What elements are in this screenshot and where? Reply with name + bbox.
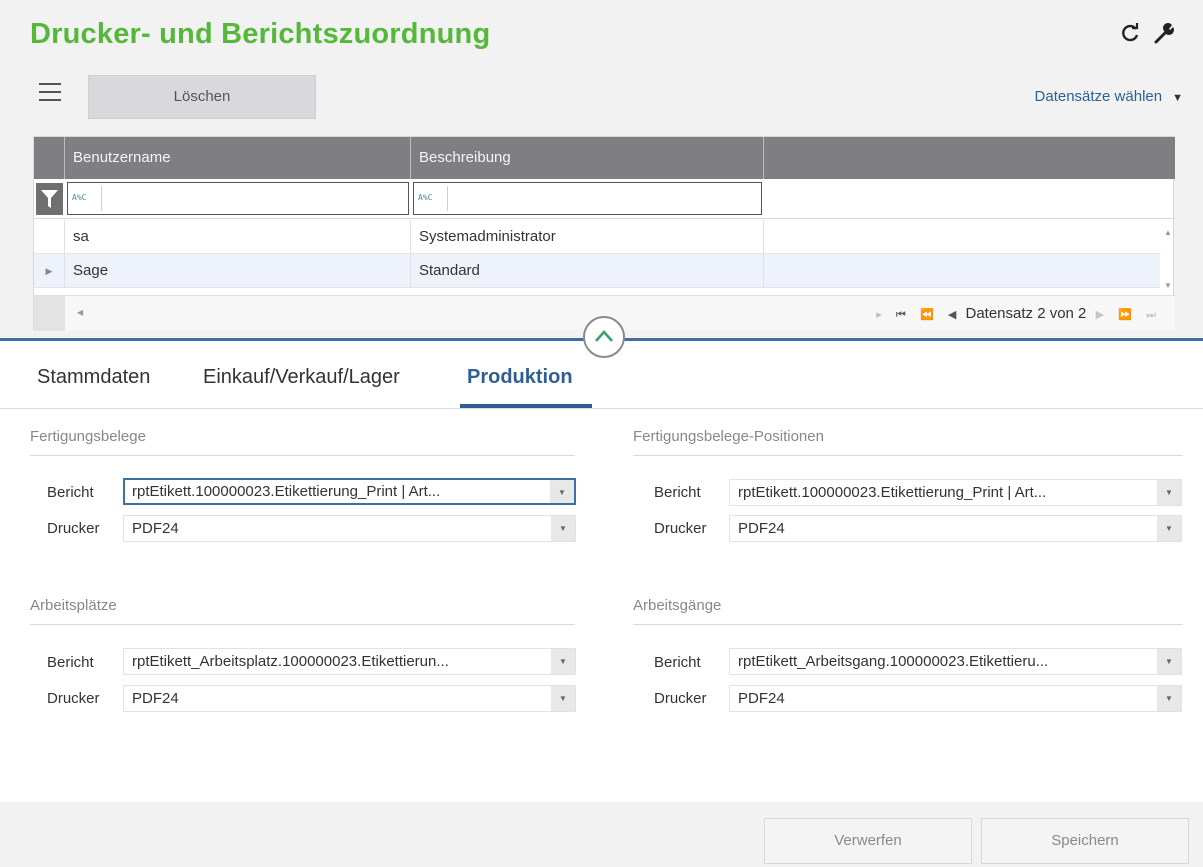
report-value: rptEtikett_Arbeitsgang.100000023.Etikett… [738, 653, 1049, 670]
printer-label: Drucker [47, 690, 100, 707]
vertical-scrollbar[interactable]: ▲ ▼ [1161, 220, 1174, 290]
dropdown-arrow-icon[interactable]: ▼ [1157, 686, 1181, 711]
previous-record-icon[interactable]: ◀ [948, 309, 956, 321]
section-title-fertigungsbelege-positionen: Fertigungsbelege-Positionen [633, 428, 824, 445]
description-filter-input[interactable]: A%C [413, 182, 762, 215]
user-grid: Benutzername Beschreibung A%C A%C sa Sys… [33, 136, 1175, 331]
printer-label: Drucker [654, 690, 707, 707]
report-combobox[interactable]: rptEtikett.100000023.Etikettierung_Print… [729, 479, 1182, 506]
username-filter-input[interactable]: A%C [67, 182, 409, 215]
printer-combobox[interactable]: PDF24 ▼ [123, 685, 576, 712]
report-combobox[interactable]: rptEtikett_Arbeitsgang.100000023.Etikett… [729, 648, 1182, 675]
row-indicator [34, 220, 65, 254]
next-page-icon[interactable]: ⏩ [1118, 309, 1132, 321]
section-title-arbeitsplaetze: Arbeitsplätze [30, 597, 117, 614]
record-position-text: Datensatz 2 von 2 [965, 305, 1087, 322]
printer-combobox[interactable]: PDF24 ▼ [123, 515, 576, 542]
tab-divider [0, 408, 1203, 409]
collapse-chevron-up-icon[interactable] [583, 316, 625, 358]
last-record-icon[interactable]: ⏭ [1146, 309, 1156, 321]
report-label: Bericht [654, 654, 701, 671]
dropdown-arrow-icon[interactable]: ▼ [551, 649, 575, 674]
printer-label: Drucker [47, 520, 100, 537]
dropdown-arrow-icon[interactable]: ▼ [551, 516, 575, 541]
printer-combobox[interactable]: PDF24 ▼ [729, 685, 1182, 712]
section-rule [633, 455, 1183, 456]
cell-empty[interactable] [764, 220, 1160, 254]
section-title-arbeitsgaenge: Arbeitsgänge [633, 597, 722, 614]
printer-value: PDF24 [738, 520, 785, 537]
previous-page-icon[interactable]: ⏪ [920, 309, 934, 321]
cell-username[interactable]: sa [65, 220, 411, 254]
delete-button[interactable]: Löschen [88, 75, 316, 119]
dropdown-arrow-icon[interactable]: ▼ [551, 686, 575, 711]
report-label: Bericht [47, 484, 94, 501]
select-records-label: Datensätze wählen [1034, 88, 1163, 105]
scroll-down-icon[interactable]: ▼ [1164, 281, 1172, 290]
tab-stammdaten[interactable]: Stammdaten [37, 366, 150, 389]
report-label: Bericht [47, 654, 94, 671]
report-combobox[interactable]: rptEtikett_Arbeitsplatz.100000023.Etiket… [123, 648, 576, 675]
cell-empty[interactable] [764, 254, 1160, 288]
caret-down-icon: ▼ [1172, 92, 1183, 104]
cell-username[interactable]: Sage [65, 254, 411, 288]
printer-label: Drucker [654, 520, 707, 537]
pager-prev-small-icon[interactable]: ▸ [876, 309, 882, 321]
hamburger-menu-icon[interactable] [39, 83, 61, 101]
filter-operator[interactable]: A%C [418, 193, 432, 202]
section-rule [633, 624, 1183, 625]
refresh-icon[interactable] [1118, 22, 1142, 46]
section-rule [30, 455, 575, 456]
table-row-selected[interactable]: ▶ Sage Standard [34, 254, 1160, 288]
scroll-left-icon[interactable]: ◀ [77, 308, 83, 317]
cell-description[interactable]: Systemadministrator [411, 220, 764, 254]
grid-header-corner [34, 137, 65, 179]
filter-operator[interactable]: A%C [72, 193, 86, 202]
column-header-username[interactable]: Benutzername [65, 137, 411, 179]
report-value: rptEtikett.100000023.Etikettierung_Print… [738, 484, 1047, 501]
filter-icon[interactable] [36, 183, 63, 215]
discard-button[interactable]: Verwerfen [764, 818, 972, 864]
cell-description[interactable]: Standard [411, 254, 764, 288]
tab-produktion[interactable]: Produktion [467, 366, 573, 389]
header-panel: Drucker- und Berichtszuordnung Löschen D… [0, 0, 1203, 340]
report-value: rptEtikett_Arbeitsplatz.100000023.Etiket… [132, 653, 449, 670]
dropdown-arrow-icon[interactable]: ▼ [550, 480, 574, 503]
table-row[interactable]: sa Systemadministrator [34, 220, 1160, 254]
report-combobox[interactable]: rptEtikett.100000023.Etikettierung_Print… [123, 478, 576, 505]
printer-value: PDF24 [132, 690, 179, 707]
pager: ▸ ⏮ ⏪ ◀ Datensatz 2 von 2 ▶ ⏩ ⏭ [871, 296, 1161, 331]
report-value: rptEtikett.100000023.Etikettierung_Print… [132, 483, 441, 500]
page-title: Drucker- und Berichtszuordnung [30, 18, 491, 50]
scroll-up-icon[interactable]: ▲ [1164, 228, 1172, 237]
save-button[interactable]: Speichern [981, 818, 1189, 864]
wrench-icon[interactable] [1152, 22, 1176, 46]
row-indicator-icon: ▶ [34, 254, 65, 288]
printer-value: PDF24 [132, 520, 179, 537]
dropdown-arrow-icon[interactable]: ▼ [1157, 649, 1181, 674]
section-rule [30, 624, 575, 625]
dropdown-arrow-icon[interactable]: ▼ [1157, 480, 1181, 505]
next-record-icon[interactable]: ▶ [1096, 309, 1104, 321]
section-title-fertigungsbelege: Fertigungsbelege [30, 428, 146, 445]
filter-row: A%C A%C [34, 179, 1175, 219]
footer-corner [34, 296, 65, 331]
dropdown-arrow-icon[interactable]: ▼ [1157, 516, 1181, 541]
printer-value: PDF24 [738, 690, 785, 707]
column-header-description[interactable]: Beschreibung [411, 137, 764, 179]
report-label: Bericht [654, 484, 701, 501]
select-records-dropdown[interactable]: Datensätze wählen ▼ [1035, 88, 1183, 105]
column-header-empty [764, 137, 1175, 179]
first-record-icon[interactable]: ⏮ [896, 309, 906, 321]
tab-einkauf-verkauf-lager[interactable]: Einkauf/Verkauf/Lager [203, 366, 400, 389]
printer-combobox[interactable]: PDF24 ▼ [729, 515, 1182, 542]
